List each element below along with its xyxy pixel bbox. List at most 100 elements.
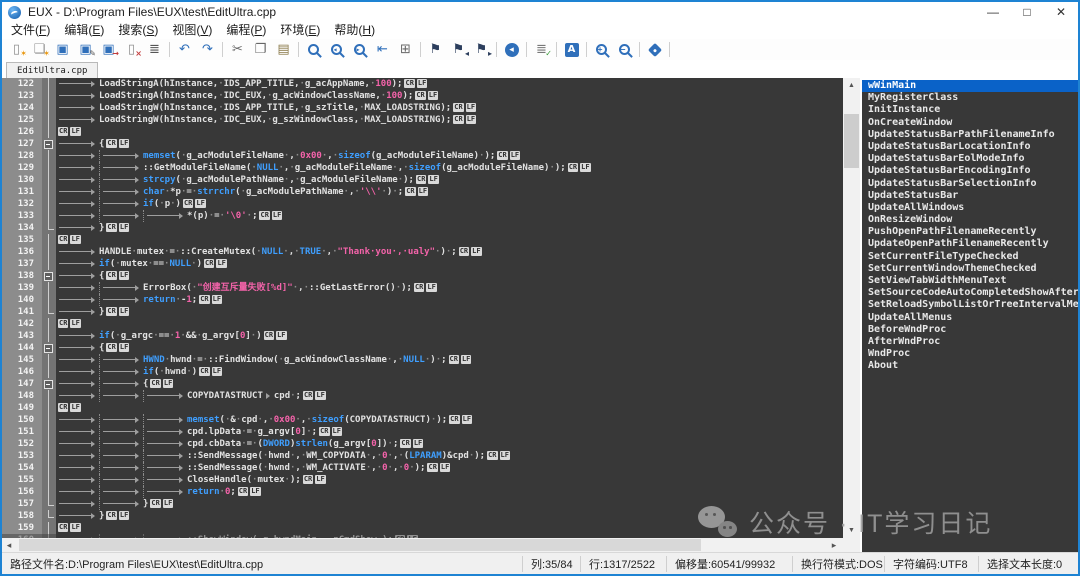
code-text[interactable]: CRLF [56, 318, 81, 330]
code-line-127[interactable]: 127{CRLF [2, 138, 843, 150]
symbol-item-PushOpenPathFilenameRecently[interactable]: PushOpenPathFilenameRecently [862, 226, 1078, 238]
new-file-button[interactable]: ▯✶ [6, 40, 27, 59]
code-text[interactable]: return·0;CRLF [56, 486, 261, 498]
code-line-134[interactable]: 134}CRLF [2, 222, 843, 234]
paste-button[interactable]: ▤ [273, 40, 294, 59]
symbol-item-InitInstance[interactable]: InitInstance [862, 104, 1078, 116]
code-text[interactable]: memset(·&·cpd·,·0x00·,·sizeof(COPYDATAST… [56, 414, 472, 426]
zoom-out-button[interactable]: − [614, 40, 635, 59]
toggle-bookmark-button[interactable]: ⚑ [425, 40, 446, 59]
copy-button[interactable]: ❐ [250, 40, 271, 59]
find-button[interactable] [303, 40, 324, 59]
code-line-155[interactable]: 155CloseHandle(·mutex·);CRLF [2, 474, 843, 486]
close-file-button[interactable]: ▯× [121, 40, 142, 59]
save-as-button[interactable]: ▣✎ [75, 40, 96, 59]
code-text[interactable]: *(p)·=·'\0'·;CRLF [56, 210, 282, 222]
symbol-item-wWinMain[interactable]: wWinMain [862, 80, 1078, 92]
code-line-126[interactable]: 126CRLF [2, 126, 843, 138]
code-text[interactable]: }CRLF [56, 498, 173, 510]
code-line-145[interactable]: 145HWND·hwnd·=·::FindWindow(·g_acWindowC… [2, 354, 843, 366]
code-text[interactable]: char·*p·=·strrchr(·g_acModulePathName·,·… [56, 186, 428, 198]
code-line-147[interactable]: 147{CRLF [2, 378, 843, 390]
code-line-140[interactable]: 140return·-1;CRLF [2, 294, 843, 306]
code-text[interactable]: HANDLE·mutex·=·::CreateMutex(·NULL·,·TRU… [56, 246, 482, 258]
code-text[interactable]: CRLF [56, 126, 81, 138]
code-line-139[interactable]: 139ErrorBox(·"创建互斥量失败[%d]"·,·::GetLastEr… [2, 282, 843, 294]
code-line-151[interactable]: 151cpd.lpData·=·g_argv[0]·;CRLF [2, 426, 843, 438]
zoom-in-button[interactable]: + [591, 40, 612, 59]
code-line-129[interactable]: 129::GetModuleFileName(·NULL·,·g_acModul… [2, 162, 843, 174]
code-text[interactable]: }CRLF [56, 222, 129, 234]
code-line-144[interactable]: 144{CRLF [2, 342, 843, 354]
code-line-143[interactable]: 143if(·g_argc·==·1·&&·g_argv[0]·)CRLF [2, 330, 843, 342]
code-text[interactable]: {CRLF [56, 342, 129, 354]
code-line-153[interactable]: 153::SendMessage(·hwnd·,·WM_COPYDATA·,·0… [2, 450, 843, 462]
symbol-item-UpdateStatusBarEolModeInfo[interactable]: UpdateStatusBarEolModeInfo [862, 153, 1078, 165]
symbol-item-SetReloadSymbolListOrTreeIntervalMe[interactable]: SetReloadSymbolListOrTreeIntervalMe [862, 299, 1078, 311]
about-button[interactable] [644, 40, 665, 59]
symbol-item-SetSourceCodeAutoCompletedShowAfter[interactable]: SetSourceCodeAutoCompletedShowAfter [862, 287, 1078, 299]
code-text[interactable]: HWND·hwnd·=·::FindWindow(·g_acWindowClas… [56, 354, 471, 366]
minimize-button[interactable]: — [976, 2, 1010, 22]
code-text[interactable]: LoadStringA(hInstance,·IDS_APP_TITLE,·g_… [56, 78, 427, 90]
code-line-123[interactable]: 123LoadStringA(hInstance,·IDC_EUX,·g_acW… [2, 90, 843, 102]
open-file-button[interactable]: ❏✶ [29, 40, 50, 59]
symbol-item-SetCurrentWindowThemeChecked[interactable]: SetCurrentWindowThemeChecked [862, 263, 1078, 275]
code-text[interactable]: ::SendMessage(·hwnd·,·WM_COPYDATA·,·0·,·… [56, 450, 510, 462]
code-line-124[interactable]: 124LoadStringW(hInstance,·IDS_APP_TITLE,… [2, 102, 843, 114]
highlight-style-button[interactable]: A [561, 40, 582, 59]
code-text[interactable]: {CRLF [56, 378, 173, 390]
code-text[interactable]: if(·mutex·==·NULL·)CRLF [56, 258, 227, 270]
scroll-left-icon[interactable]: ◂ [2, 538, 16, 552]
horizontal-scrollbar[interactable]: ◂ ▸ [2, 538, 843, 552]
menu-program[interactable]: 编程(P) [219, 22, 273, 39]
redo-button[interactable]: ↷ [197, 40, 218, 59]
fold-toggle[interactable] [42, 342, 56, 354]
symbol-item-AfterWndProc[interactable]: AfterWndProc [862, 336, 1078, 348]
save-all-button[interactable]: ▣→ [98, 40, 119, 59]
code-text[interactable]: if(·p·)CRLF [56, 198, 206, 210]
undo-button[interactable]: ↶ [174, 40, 195, 59]
scroll-right-icon[interactable]: ▸ [827, 538, 841, 552]
code-text[interactable]: CRLF [56, 402, 81, 414]
code-text[interactable]: CRLF [56, 234, 81, 246]
code-text[interactable]: }CRLF [56, 306, 129, 318]
column-mode-button[interactable]: ⊞ [395, 40, 416, 59]
symbol-item-OnResizeWindow[interactable]: OnResizeWindow [862, 214, 1078, 226]
fold-toggle[interactable] [42, 270, 56, 282]
symbol-item-About[interactable]: About [862, 360, 1078, 372]
symbol-item-UpdateStatusBarPathFilenameInfo[interactable]: UpdateStatusBarPathFilenameInfo [862, 129, 1078, 141]
code-line-150[interactable]: 150memset(·&·cpd·,·0x00·,·sizeof(COPYDAT… [2, 414, 843, 426]
symbol-item-UpdateStatusBarEncodingInfo[interactable]: UpdateStatusBarEncodingInfo [862, 165, 1078, 177]
code-text[interactable]: ::SendMessage(·hwnd·,·WM_ACTIVATE·,·0·,·… [56, 462, 450, 474]
code-line-149[interactable]: 149CRLF [2, 402, 843, 414]
symbol-item-OnCreateWindow[interactable]: OnCreateWindow [862, 117, 1078, 129]
menu-file[interactable]: 文件(F) [4, 22, 57, 39]
code-line-132[interactable]: 132if(·p·)CRLF [2, 198, 843, 210]
code-line-130[interactable]: 130strcpy(·g_acModulePathName·,·g_acModu… [2, 174, 843, 186]
save-file-button[interactable]: ▣ [52, 40, 73, 59]
code-line-137[interactable]: 137if(·mutex·==·NULL·)CRLF [2, 258, 843, 270]
menu-edit[interactable]: 编辑(E) [57, 22, 111, 39]
vertical-scrollbar[interactable]: ▲ ▼ [843, 78, 860, 538]
menu-view[interactable]: 视图(V) [165, 22, 219, 39]
symbol-item-UpdateStatusBar[interactable]: UpdateStatusBar [862, 190, 1078, 202]
code-text[interactable]: ErrorBox(·"创建互斥量失败[%d]"·,·::GetLastError… [56, 282, 437, 294]
code-line-142[interactable]: 142CRLF [2, 318, 843, 330]
replace-button[interactable]: ⇤ [372, 40, 393, 59]
symbol-item-MyRegisterClass[interactable]: MyRegisterClass [862, 92, 1078, 104]
menu-help[interactable]: 帮助(H) [327, 22, 382, 39]
code-text[interactable]: LoadStringA(hInstance,·IDC_EUX,·g_acWind… [56, 90, 438, 102]
code-line-156[interactable]: 156return·0;CRLF [2, 486, 843, 498]
cut-button[interactable]: ✂ [227, 40, 248, 59]
menu-environment[interactable]: 环境(E) [273, 22, 327, 39]
code-text[interactable]: CloseHandle(·mutex·);CRLF [56, 474, 326, 486]
symbol-item-UpdateOpenPathFilenameRecently[interactable]: UpdateOpenPathFilenameRecently [862, 238, 1078, 250]
code-text[interactable]: cpd.cbData·=·(DWORD)strlen(g_argv[0])·;C… [56, 438, 423, 450]
code-line-146[interactable]: 146if(·hwnd·)CRLF [2, 366, 843, 378]
code-line-154[interactable]: 154::SendMessage(·hwnd·,·WM_ACTIVATE·,·0… [2, 462, 843, 474]
code-text[interactable]: ::GetModuleFileName(·NULL·,·g_acModuleFi… [56, 162, 591, 174]
code-line-152[interactable]: 152cpd.cbData·=·(DWORD)strlen(g_argv[0])… [2, 438, 843, 450]
fold-toggle[interactable] [42, 378, 56, 390]
symbol-item-WndProc[interactable]: WndProc [862, 348, 1078, 360]
